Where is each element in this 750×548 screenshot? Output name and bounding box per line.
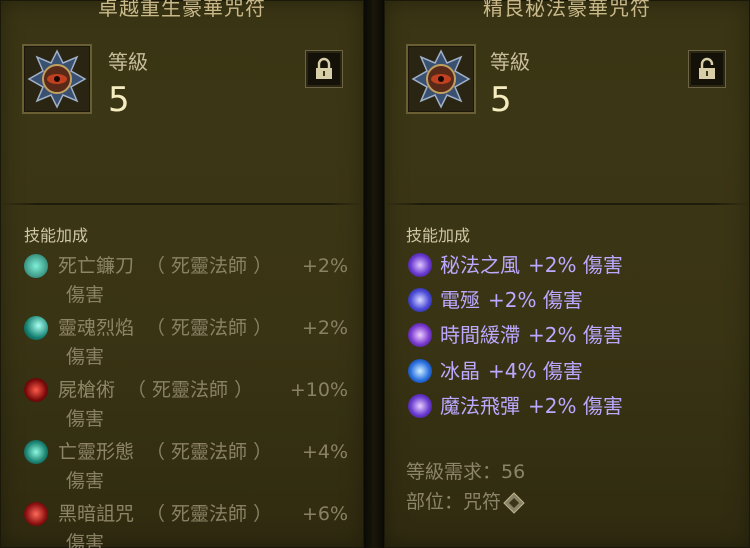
skill-bonus: +2% 傷害 — [488, 288, 583, 312]
item-title: 卓越重生豪華咒符 — [98, 0, 266, 20]
skill-bonus: +2% 傷害 — [528, 323, 623, 347]
level-label: 等級 — [108, 50, 148, 74]
skill-name: 黑暗詛咒 — [58, 503, 135, 525]
skill-bonus-title: 技能加成 — [24, 226, 89, 245]
skill-name: 時間緩滯 — [440, 323, 520, 347]
skill-damage-label: 傷害 — [66, 408, 105, 430]
skill-bonus: +4% — [301, 441, 348, 463]
skill-bonus: +2% — [301, 255, 348, 277]
dark-curse-icon — [24, 502, 48, 526]
skill-bonus: +2% 傷害 — [528, 394, 623, 418]
skill-class: （ 死靈法師 ） — [146, 441, 273, 463]
skill-bonus-title: 技能加成 — [406, 226, 471, 245]
skill-name: 靈魂烈焰 — [58, 317, 135, 339]
skill-class: （ 死靈法師 ） — [127, 379, 254, 401]
level-label: 等級 — [490, 50, 530, 74]
skill-class: （ 死靈法師 ） — [146, 255, 273, 277]
skill-bonus: +2% — [301, 317, 348, 339]
panel-divider — [364, 0, 384, 548]
lock-button[interactable] — [305, 50, 343, 88]
skill-name: 冰晶 — [440, 359, 480, 383]
skill-name: 屍槍術 — [58, 379, 116, 401]
skill-damage-label: 傷害 — [66, 470, 105, 492]
skill-name: 魔法飛彈 — [440, 394, 520, 418]
item-title: 精良秘法豪華咒符 — [483, 0, 651, 20]
ice-crystal-icon — [408, 359, 432, 383]
charm-slot-icon — [503, 491, 525, 514]
skill-bonus: +4% 傷害 — [488, 359, 583, 383]
skill-name: 秘法之風 — [440, 253, 520, 277]
time-slow-icon — [408, 323, 432, 347]
soul-flame-icon — [24, 316, 48, 340]
right-item-tooltip: 精良秘法豪華咒符 等級 5 技能加成 秘法之風 +2% 傷害 電殛 +2% 傷害 時… — [384, 0, 750, 548]
level-value: 5 — [490, 80, 512, 120]
item-slot: 部位：咒符 — [406, 491, 502, 513]
left-item-tooltip: 卓越重生豪華咒符 等級 5 技能加成 死亡鐮刀 （ 死靈法師 ） +2% 傷害 靈… — [0, 0, 364, 548]
undead-form-icon — [24, 440, 48, 464]
skill-name: 死亡鐮刀 — [58, 255, 135, 277]
charm-gem-icon — [411, 49, 471, 109]
skill-damage-label: 傷害 — [66, 532, 105, 548]
skill-bonus: +2% 傷害 — [528, 253, 623, 277]
arcane-wind-icon — [408, 253, 432, 277]
shock-icon — [408, 288, 432, 312]
item-icon[interactable] — [22, 44, 92, 114]
skill-bonus: +10% — [289, 379, 348, 401]
corpse-lance-icon — [24, 378, 48, 402]
item-slot-row: 部位：咒符 — [406, 487, 525, 514]
level-requirement: 等級需求：56 — [406, 461, 526, 483]
section-divider — [0, 203, 364, 205]
charm-gem-icon — [27, 49, 87, 109]
lock-button[interactable] — [688, 50, 726, 88]
unlock-icon — [699, 57, 715, 79]
skill-class: （ 死靈法師 ） — [146, 503, 273, 525]
lock-icon — [316, 57, 332, 79]
skill-damage-label: 傷害 — [66, 284, 105, 306]
skill-name: 電殛 — [440, 288, 480, 312]
scythe-icon — [24, 254, 48, 278]
skill-bonus: +6% — [301, 503, 348, 525]
skill-name: 亡靈形態 — [58, 441, 135, 463]
section-divider — [384, 203, 750, 205]
skill-damage-label: 傷害 — [66, 346, 105, 368]
item-icon[interactable] — [406, 44, 476, 114]
magic-missile-icon — [408, 394, 432, 418]
level-value: 5 — [108, 80, 130, 120]
skill-class: （ 死靈法師 ） — [146, 317, 273, 339]
